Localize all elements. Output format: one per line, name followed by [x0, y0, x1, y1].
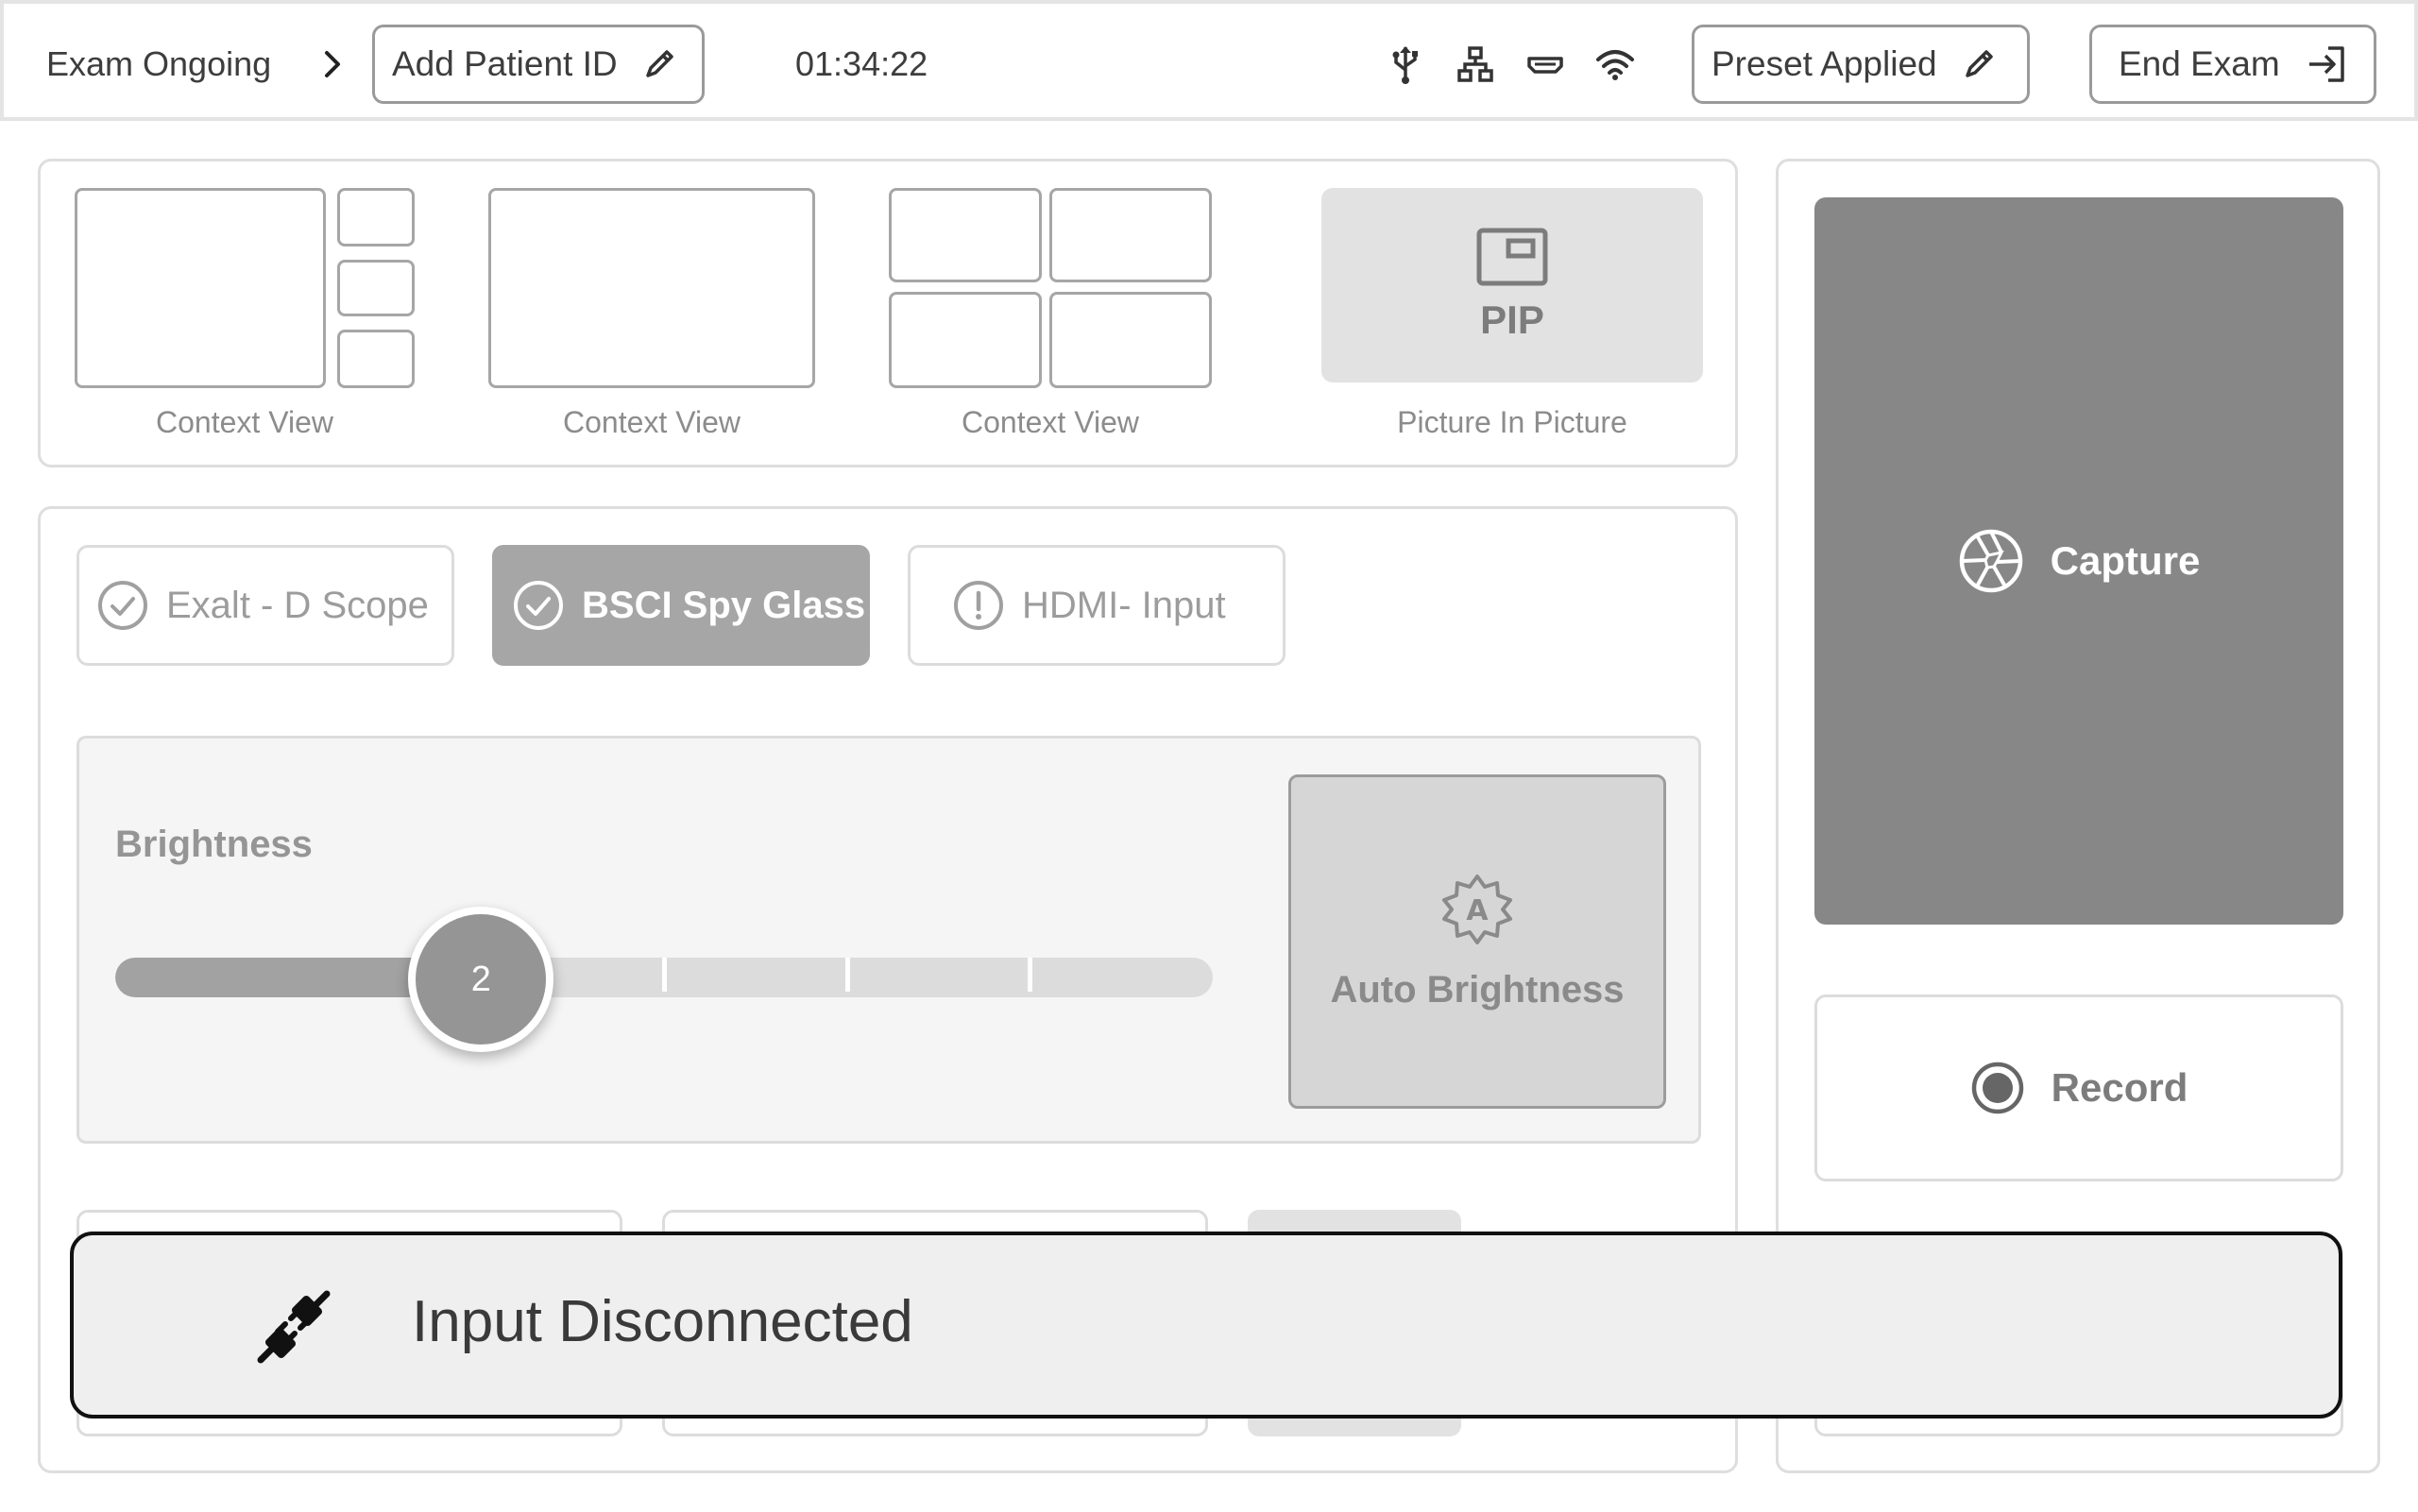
brightness-label: Brightness [115, 824, 313, 865]
add-patient-id-label: Add Patient ID [392, 44, 618, 83]
chevron-right-icon[interactable] [314, 45, 351, 83]
layout-label: Context View [962, 405, 1139, 439]
top-bar: Exam Ongoing Add Patient ID 01:34:22 Pre… [0, 0, 2418, 121]
layout-quad-pane [889, 188, 1042, 282]
alert-circle-icon [954, 581, 1003, 630]
brightness-value: 2 [470, 959, 491, 999]
preset-applied-button[interactable]: Preset Applied [1692, 25, 2030, 104]
capture-label: Capture [2050, 538, 2201, 583]
layout-selection-panel: Context View Context View Context View P… [38, 159, 1738, 467]
end-exam-label: End Exam [2119, 44, 2280, 83]
slider-tick [844, 958, 850, 992]
end-exam-button[interactable]: End Exam [2089, 25, 2376, 104]
brightness-slider-handle[interactable]: 2 [408, 907, 554, 1052]
layout-quad-pane [1049, 292, 1212, 388]
hdmi-icon [1524, 43, 1566, 85]
auto-brightness-icon: A [1442, 874, 1512, 944]
brightness-card: Brightness 2 A Auto Brightness [77, 736, 1701, 1144]
source-exalt-d-scope-button[interactable]: Exalt - D Scope [77, 545, 454, 666]
record-button[interactable]: Record [1814, 994, 2343, 1181]
source-label: BSCI Spy Glass [582, 584, 866, 626]
add-patient-id-button[interactable]: Add Patient ID [372, 25, 705, 104]
layout-main-pane [488, 188, 815, 388]
layout-small-pane [337, 330, 415, 388]
check-circle-icon [98, 581, 147, 630]
layout-option-pip[interactable]: PIP [1321, 188, 1703, 382]
record-icon [1971, 1062, 2023, 1114]
auto-brightness-label: Auto Brightness [1330, 968, 1625, 1011]
preset-applied-label: Preset Applied [1711, 44, 1937, 83]
wifi-icon [1594, 43, 1636, 85]
layout-label: Context View [563, 405, 741, 439]
auto-brightness-button[interactable]: A Auto Brightness [1288, 774, 1666, 1109]
layout-quad-pane [889, 292, 1042, 388]
source-label: HDMI- Input [1022, 584, 1226, 626]
layout-quad-pane [1049, 188, 1212, 282]
camera-shutter-icon [1959, 529, 2022, 593]
source-bsci-spy-glass-button[interactable]: BSCI Spy Glass [492, 545, 870, 666]
brightness-slider-track[interactable] [115, 958, 1213, 997]
source-label: Exalt - D Scope [166, 584, 429, 626]
exam-timer: 01:34:22 [795, 44, 928, 83]
pip-tile-text: PIP [1480, 297, 1544, 342]
source-hdmi-input-button[interactable]: HDMI- Input [908, 545, 1286, 666]
slider-tick [662, 958, 667, 992]
pencil-icon [1965, 50, 1993, 77]
slider-tick [1028, 958, 1033, 992]
layout-main-pane [75, 188, 326, 388]
usb-icon [1385, 43, 1426, 85]
layout-small-pane [337, 260, 415, 316]
toast-message: Input Disconnected [412, 1289, 913, 1354]
capture-button[interactable]: Capture [1814, 197, 2343, 925]
layout-small-pane [337, 188, 415, 246]
exit-icon [2309, 46, 2344, 82]
layout-label: Context View [156, 405, 333, 439]
exam-status: Exam Ongoing [46, 44, 272, 83]
svg-text:A: A [1466, 894, 1489, 927]
record-label: Record [2051, 1065, 2188, 1110]
pip-icon [1476, 228, 1548, 286]
connection-status-icons [1385, 42, 1636, 87]
plug-disconnected-icon [253, 1286, 334, 1368]
layout-label: Picture In Picture [1397, 405, 1627, 439]
network-icon [1455, 43, 1496, 85]
pencil-icon [645, 50, 673, 77]
input-disconnected-toast: Input Disconnected [70, 1232, 2342, 1419]
check-circle-icon [514, 581, 563, 630]
